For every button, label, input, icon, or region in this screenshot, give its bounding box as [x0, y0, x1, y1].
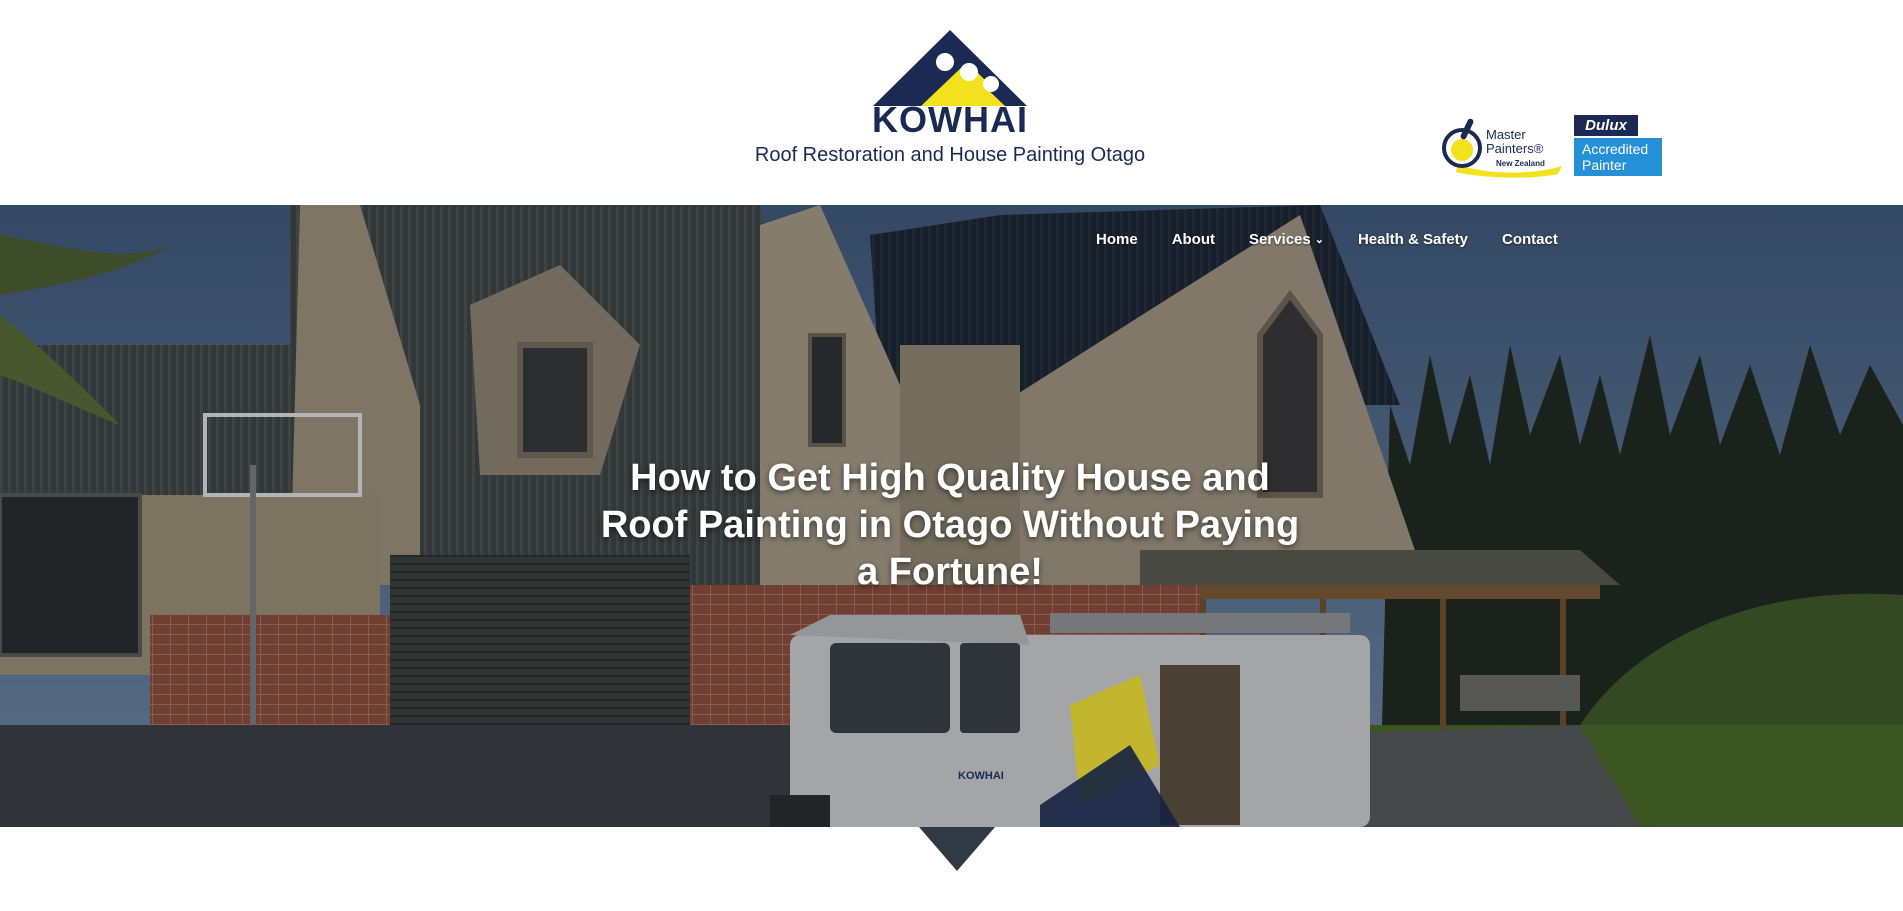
nav-home-label: Home	[1096, 231, 1138, 248]
hero-pointer-arrow-icon	[919, 827, 995, 871]
nav-contact-label: Contact	[1502, 231, 1558, 248]
hero-banner: KOWHAI Home About Services ⌄ Health & Sa…	[0, 205, 1903, 827]
dulux-line2: Painter	[1582, 157, 1627, 173]
logo-wordmark: KOWHAI	[872, 99, 1028, 140]
site-tagline: Roof Restoration and House Painting Otag…	[754, 144, 1146, 166]
dulux-brand: Dulux	[1574, 115, 1638, 136]
nav-services-label: Services	[1249, 231, 1311, 248]
nav-services[interactable]: Services ⌄	[1249, 231, 1324, 248]
master-painters-line3: New Zealand	[1496, 159, 1545, 168]
nav-health-safety[interactable]: Health & Safety	[1358, 231, 1468, 248]
master-painters-line1: Master	[1486, 127, 1526, 142]
dulux-line1: Accredited	[1582, 141, 1649, 157]
dulux-accredited-badge: Dulux Accredited Painter	[1574, 115, 1662, 176]
accreditation-badges: Master Painters® New Zealand Dulux Accre…	[1440, 112, 1662, 178]
van-logo-text: KOWHAI	[958, 770, 1004, 782]
nav-health-safety-label: Health & Safety	[1357, 231, 1469, 248]
main-nav: Home About Services ⌄ Health & Safety Co…	[1096, 231, 1558, 248]
site-logo[interactable]: KOWHAI Roof Restoration and House Painti…	[740, 26, 1160, 167]
hero-headline: How to Get High Quality House and Roof P…	[600, 457, 1300, 593]
nav-contact[interactable]: Contact	[1502, 231, 1558, 248]
nav-home[interactable]: Home	[1096, 231, 1138, 248]
master-painters-line2: Painters®	[1486, 141, 1544, 156]
nav-about-label: About	[1171, 231, 1216, 248]
chevron-down-icon: ⌄	[1314, 234, 1324, 246]
dulux-accredited-text: Accredited Painter	[1574, 138, 1662, 176]
site-header: KOWHAI Roof Restoration and House Painti…	[0, 0, 1903, 205]
nav-about[interactable]: About	[1172, 231, 1215, 248]
master-painters-badge: Master Painters® New Zealand	[1440, 114, 1564, 178]
kowhai-logo-icon	[873, 30, 1027, 106]
